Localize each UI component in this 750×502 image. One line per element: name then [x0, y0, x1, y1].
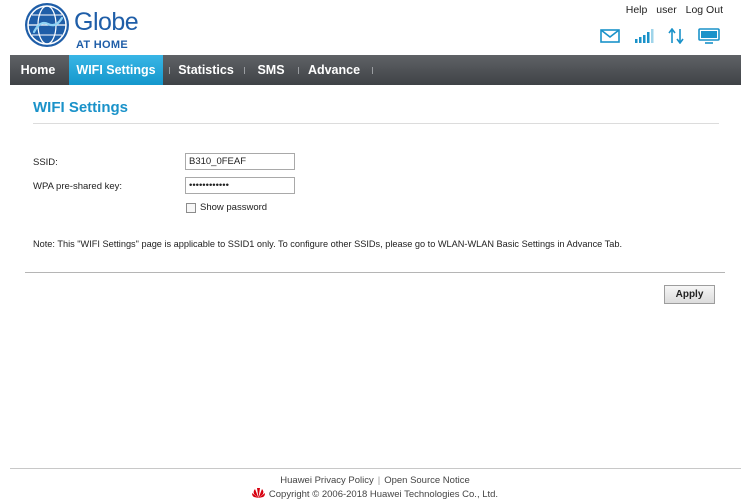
brand-tagline: AT HOME	[76, 39, 129, 51]
wpa-key-input[interactable]	[185, 177, 295, 194]
ssid-input[interactable]	[185, 153, 295, 170]
logout-link[interactable]: Log Out	[686, 4, 723, 16]
nav-statistics[interactable]: Statistics	[173, 55, 239, 85]
globe-logo[interactable]: Globe AT HOME	[24, 2, 144, 52]
footer-links: Huawei Privacy Policy | Open Source Notice	[0, 475, 750, 486]
footer-divider	[10, 468, 741, 469]
brand-name: Globe	[74, 8, 139, 36]
help-link[interactable]: Help	[626, 4, 648, 16]
apply-button[interactable]: Apply	[664, 285, 715, 304]
status-icons	[600, 26, 720, 46]
nav-separator	[372, 67, 373, 74]
section-divider	[25, 272, 725, 273]
show-password-checkbox[interactable]	[186, 202, 196, 213]
signal-strength-icon	[635, 29, 654, 43]
footer-separator: |	[377, 475, 381, 486]
copyright-text: Copyright © 2006-2018 Huawei Technologie…	[268, 489, 499, 500]
show-password-option[interactable]: Show password	[186, 202, 267, 213]
privacy-policy-link[interactable]: Huawei Privacy Policy	[280, 475, 373, 486]
show-password-label: Show password	[200, 202, 268, 213]
main-nav: Home WIFI Settings Statistics SMS Advanc…	[10, 55, 741, 85]
nav-home[interactable]: Home	[10, 55, 66, 85]
globe-logo-icon	[25, 3, 69, 47]
nav-sms[interactable]: SMS	[250, 55, 292, 85]
huawei-logo-icon	[251, 488, 265, 498]
nav-separator	[244, 67, 245, 74]
page-title: WIFI Settings	[33, 99, 128, 116]
nav-separator	[169, 67, 170, 74]
open-source-notice-link[interactable]: Open Source Notice	[384, 475, 470, 486]
wpa-key-label: WPA pre-shared key:	[33, 181, 123, 192]
data-transfer-icon	[668, 28, 684, 44]
top-links: Help user Log Out	[620, 4, 723, 16]
user-link[interactable]: user	[656, 4, 676, 16]
nav-separator	[298, 67, 299, 74]
header: Globe AT HOME Help user Log Out	[0, 0, 750, 54]
monitor-icon[interactable]	[698, 28, 720, 44]
ssid-label: SSID:	[33, 157, 58, 168]
nav-wifi-settings[interactable]: WIFI Settings	[69, 55, 163, 85]
footer-copyright: Copyright © 2006-2018 Huawei Technologie…	[0, 488, 750, 500]
title-divider	[33, 123, 719, 124]
envelope-icon[interactable]	[600, 29, 620, 43]
ssid-note: Note: This "WIFI Settings" page is appli…	[33, 239, 623, 249]
nav-advance[interactable]: Advance	[302, 55, 366, 85]
